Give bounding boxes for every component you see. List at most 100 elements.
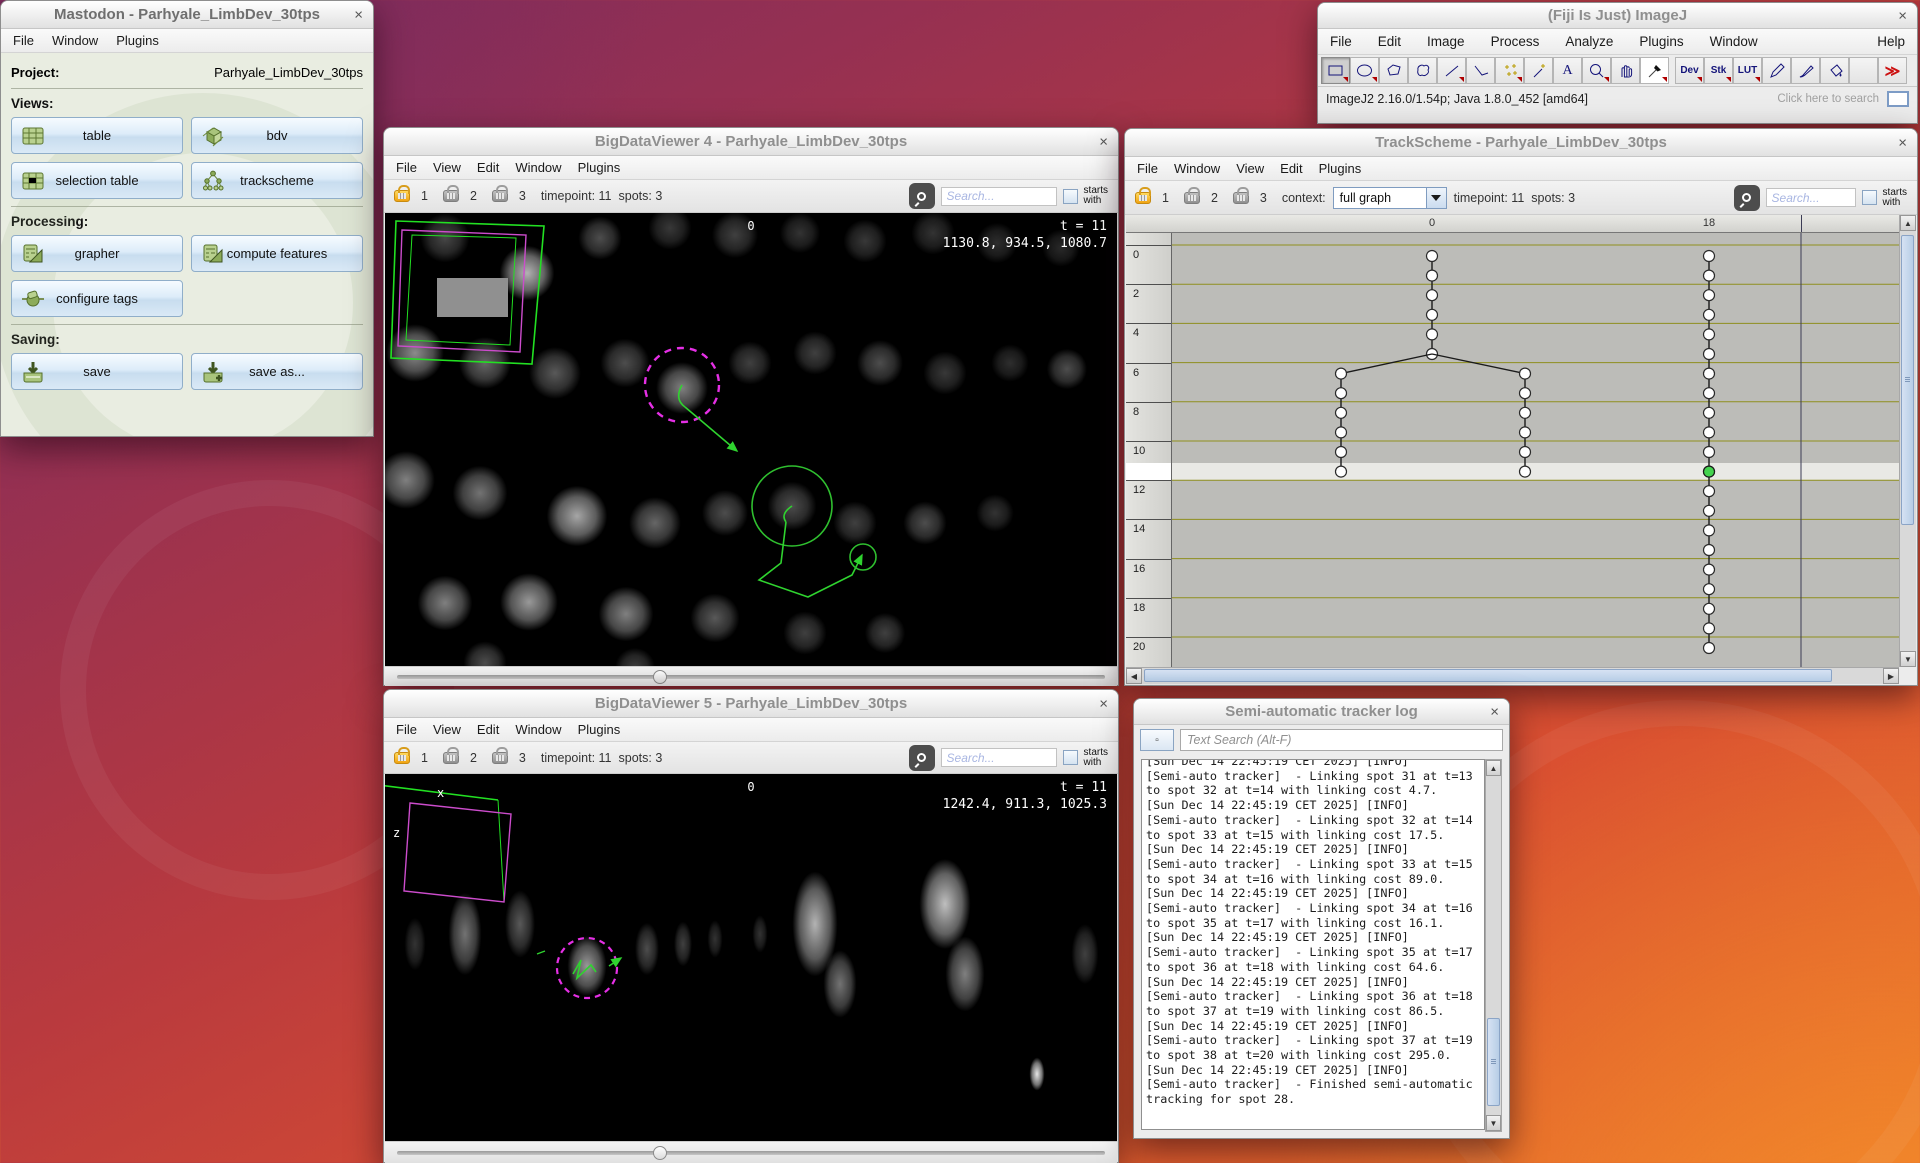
menu-window[interactable]: Window <box>1174 161 1220 176</box>
menu-edit[interactable]: Edit <box>477 722 499 737</box>
close-icon[interactable]: × <box>1490 704 1499 719</box>
polygon-tool[interactable] <box>1379 57 1408 84</box>
menu-window[interactable]: Window <box>515 160 561 175</box>
close-icon[interactable]: × <box>1099 134 1108 149</box>
lock-1-icon[interactable] <box>394 752 410 764</box>
wand-tool[interactable] <box>1524 57 1553 84</box>
menu-window[interactable]: Window <box>1710 34 1758 49</box>
lock-3-icon[interactable] <box>1233 192 1249 204</box>
line-tool[interactable] <box>1437 57 1466 84</box>
close-icon[interactable]: × <box>1898 135 1907 150</box>
log-text-area[interactable]: [Sun Dec 14 22:45:19 CET 2025] [INFO] [S… <box>1141 759 1485 1130</box>
zoom-tool[interactable] <box>1582 57 1611 84</box>
freehand-tool[interactable] <box>1408 57 1437 84</box>
point-tool[interactable] <box>1495 57 1524 84</box>
dropdown-button[interactable] <box>1426 188 1446 208</box>
oval-tool[interactable] <box>1350 57 1379 84</box>
lock-2-icon[interactable] <box>443 752 459 764</box>
hand-tool[interactable] <box>1611 57 1640 84</box>
text-tool[interactable]: A <box>1553 57 1582 84</box>
horizontal-scrollbar[interactable]: ◀ ▶ <box>1126 667 1899 684</box>
scrollbar-thumb[interactable] <box>1144 669 1832 682</box>
menu-window[interactable]: Window <box>52 33 98 48</box>
log-text-search-input[interactable] <box>1180 729 1503 751</box>
imagej-search-box[interactable] <box>1887 91 1909 107</box>
lock-1-icon[interactable] <box>1135 192 1151 204</box>
stack-tool[interactable]: Stk <box>1704 57 1733 84</box>
search-input[interactable] <box>941 748 1057 767</box>
menu-file[interactable]: File <box>396 722 417 737</box>
scrollbar-thumb[interactable] <box>1901 235 1914 525</box>
close-icon[interactable]: × <box>1898 8 1907 23</box>
dev-tool[interactable]: Dev <box>1675 57 1704 84</box>
spare-tool-slot[interactable] <box>1849 57 1878 84</box>
vertical-scrollbar[interactable]: ▲ ▼ <box>1899 215 1916 667</box>
search-button[interactable] <box>909 745 935 771</box>
search-button[interactable] <box>909 183 935 209</box>
menu-view[interactable]: View <box>433 722 461 737</box>
search-input[interactable] <box>1766 188 1856 207</box>
starts-with-checkbox[interactable] <box>1063 750 1078 765</box>
menu-edit[interactable]: Edit <box>1280 161 1302 176</box>
bdv5-time-slider[interactable] <box>385 1141 1117 1163</box>
menu-file[interactable]: File <box>1330 34 1352 49</box>
menu-edit[interactable]: Edit <box>477 160 499 175</box>
menu-image[interactable]: Image <box>1427 34 1465 49</box>
save-button[interactable]: save <box>11 353 183 390</box>
menu-window[interactable]: Window <box>515 722 561 737</box>
grapher-button[interactable]: grapher <box>11 235 183 272</box>
context-dropdown[interactable]: full graph <box>1333 187 1447 209</box>
menu-plugins[interactable]: Plugins <box>578 160 621 175</box>
menu-plugins[interactable]: Plugins <box>1639 34 1683 49</box>
trackscheme-button[interactable]: trackscheme <box>191 162 363 199</box>
menu-file[interactable]: File <box>396 160 417 175</box>
lock-3-icon[interactable] <box>492 752 508 764</box>
imagej-search-hint[interactable]: Click here to search <box>1777 93 1879 105</box>
more-tools-button[interactable]: ≫ <box>1878 57 1907 84</box>
angle-tool[interactable] <box>1466 57 1495 84</box>
slider-thumb[interactable] <box>653 1146 667 1160</box>
bdv4-image-canvas[interactable]: 0 t = 11 1130.8, 934.5, 1080.7 <box>385 213 1117 666</box>
fill-tool[interactable] <box>1820 57 1849 84</box>
lock-2-icon[interactable] <box>1184 192 1200 204</box>
save-as-button[interactable]: save as... <box>191 353 363 390</box>
menu-view[interactable]: View <box>433 160 461 175</box>
imagej-titlebar[interactable]: (Fiji Is Just) ImageJ × <box>1318 3 1917 29</box>
starts-with-checkbox[interactable] <box>1862 190 1877 205</box>
menu-process[interactable]: Process <box>1491 34 1540 49</box>
scroll-down-button[interactable]: ▼ <box>1900 651 1916 667</box>
compute-features-button[interactable]: compute features <box>191 235 363 272</box>
menu-plugins[interactable]: Plugins <box>116 33 159 48</box>
close-icon[interactable]: × <box>354 7 363 22</box>
scroll-down-button[interactable]: ▼ <box>1486 1115 1501 1131</box>
bdv5-image-canvas[interactable]: x z 0 t = 11 1242.4, 911.3, 1025.3 <box>385 774 1117 1141</box>
bdv5-titlebar[interactable]: BigDataViewer 5 - Parhyale_LimbDev_30tps… <box>384 690 1118 718</box>
menu-plugins[interactable]: Plugins <box>578 722 621 737</box>
slider-thumb[interactable] <box>653 670 667 684</box>
menu-file[interactable]: File <box>13 33 34 48</box>
starts-with-checkbox[interactable] <box>1063 189 1078 204</box>
bdv-button[interactable]: bdv <box>191 117 363 154</box>
lock-3-icon[interactable] <box>492 190 508 202</box>
lock-1-icon[interactable] <box>394 190 410 202</box>
trackscheme-graph[interactable] <box>1172 233 1902 667</box>
rectangle-tool[interactable] <box>1321 57 1350 84</box>
scroll-up-button[interactable]: ▲ <box>1900 215 1916 231</box>
lut-tool[interactable]: LUT <box>1733 57 1762 84</box>
bdv4-titlebar[interactable]: BigDataViewer 4 - Parhyale_LimbDev_30tps… <box>384 128 1118 156</box>
scroll-left-button[interactable]: ◀ <box>1126 668 1142 684</box>
close-icon[interactable]: × <box>1099 696 1108 711</box>
pencil-tool[interactable] <box>1762 57 1791 84</box>
scroll-up-button[interactable]: ▲ <box>1486 760 1501 776</box>
trackscheme-titlebar[interactable]: TrackScheme - Parhyale_LimbDev_30tps × <box>1125 129 1917 157</box>
selection-table-button[interactable]: selection table <box>11 162 183 199</box>
log-titlebar[interactable]: Semi-automatic tracker log × <box>1134 699 1509 725</box>
mastodon-titlebar[interactable]: Mastodon - Parhyale_LimbDev_30tps × <box>1 1 373 29</box>
color-picker-tool[interactable] <box>1640 57 1669 84</box>
log-filter-button[interactable]: ▫ <box>1140 729 1174 751</box>
scrollbar-thumb[interactable] <box>1487 1018 1500 1106</box>
menu-view[interactable]: View <box>1236 161 1264 176</box>
menu-plugins[interactable]: Plugins <box>1319 161 1362 176</box>
bdv4-time-slider[interactable] <box>385 666 1117 686</box>
scroll-right-button[interactable]: ▶ <box>1883 668 1899 684</box>
